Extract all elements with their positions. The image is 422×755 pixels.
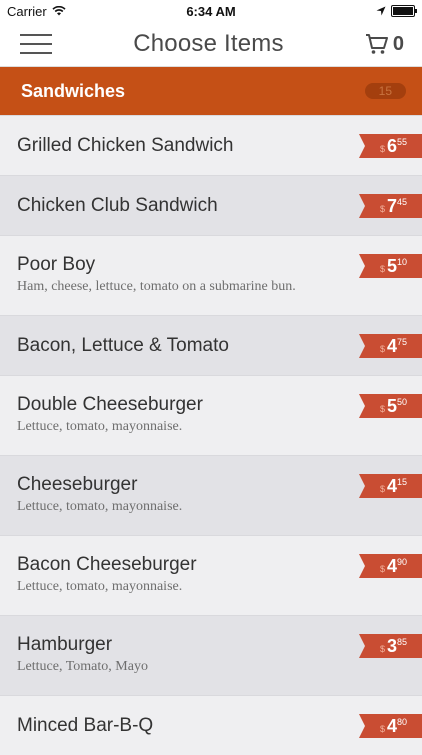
price-cents: 15 [397,477,408,487]
price-tag: $4 15 [359,474,422,498]
price-currency: $ [379,724,385,734]
status-left: Carrier [7,4,66,19]
price-whole: 4 [386,475,397,496]
item-name: Grilled Chicken Sandwich [17,135,234,156]
price-cents: 90 [397,557,408,567]
list-item[interactable]: Minced Bar-B-Q $4 80 [0,695,422,755]
price-cents: 85 [397,637,408,647]
carrier-label: Carrier [7,3,47,19]
nav-bar: Choose Items 0 [0,22,422,67]
item-description: Ham, cheese, lettuce, tomato on a submar… [17,279,296,294]
item-name: Bacon Cheeseburger [17,554,197,575]
price-currency: $ [379,264,385,274]
item-name: Bacon, Lettuce & Tomato [17,335,229,356]
price-whole: 3 [386,635,397,656]
price-cents: 45 [397,197,408,207]
price-currency: $ [379,404,385,414]
price-tag: $5 10 [359,254,422,278]
price-tag: $4 75 [359,334,422,358]
list-item[interactable]: Poor Boy Ham, cheese, lettuce, tomato on … [0,235,422,315]
item-name: Chicken Club Sandwich [17,195,218,216]
item-description: Lettuce, tomato, mayonnaise. [17,419,183,434]
item-description: Lettuce, tomato, mayonnaise. [17,579,183,594]
section-count-badge: 15 [364,83,406,99]
list-item[interactable]: Double Cheeseburger Lettuce, tomato, mayo… [0,375,422,455]
price-currency: $ [379,204,385,214]
price-tag: $4 90 [359,554,422,578]
price-currency: $ [379,484,385,494]
price-tag: $5 50 [359,394,422,418]
list-item[interactable]: Hamburger Lettuce, Tomato, Mayo $3 85 [0,615,422,695]
list-item[interactable]: Bacon Cheeseburger Lettuce, tomato, mayon… [0,535,422,615]
price-tag: $6 55 [359,134,422,158]
cart-button[interactable]: 0 [365,33,404,56]
item-name: Cheeseburger [17,474,138,495]
price-whole: 7 [386,195,397,216]
item-description: Lettuce, Tomato, Mayo [17,659,148,674]
item-name: Hamburger [17,634,113,655]
cart-count: 0 [392,32,404,55]
price-currency: $ [379,344,385,354]
item-list: Grilled Chicken Sandwich $6 55 Chicken Club… [0,115,422,755]
section-header-sandwiches: Sandwiches 15 [0,67,422,115]
price-cents: 50 [397,397,408,407]
item-name: Poor Boy [17,254,96,275]
cart-icon [365,34,388,54]
price-cents: 75 [397,337,408,347]
price-currency: $ [379,564,385,574]
item-description: Lettuce, tomato, mayonnaise. [17,499,183,514]
list-item[interactable]: Cheeseburger Lettuce, tomato, mayonnaise.… [0,455,422,535]
item-name: Minced Bar-B-Q [17,715,154,736]
status-bar: Carrier 6:34 AM [0,0,422,22]
price-whole: 6 [386,135,397,156]
price-tag: $3 85 [359,634,422,658]
list-item[interactable]: Bacon, Lettuce & Tomato $4 75 [0,315,422,375]
status-right [376,5,417,17]
menu-icon[interactable] [20,34,52,54]
price-tag: $7 45 [359,194,422,218]
list-item[interactable]: Chicken Club Sandwich $7 45 [0,175,422,235]
price-cents: 80 [397,717,408,727]
list-item[interactable]: Grilled Chicken Sandwich $6 55 [0,115,422,175]
price-whole: 4 [386,555,397,576]
price-currency: $ [379,144,385,154]
location-arrow-icon [376,6,386,16]
page-title: Choose Items [133,30,284,57]
price-tag: $4 80 [359,714,422,738]
price-whole: 4 [386,335,397,356]
price-cents: 10 [397,257,408,267]
item-name: Double Cheeseburger [17,394,203,415]
price-whole: 5 [386,255,397,276]
battery-icon [391,5,417,17]
price-whole: 4 [386,715,397,736]
wifi-icon [52,6,66,16]
section-label: Sandwiches [21,80,126,101]
price-currency: $ [379,644,385,654]
price-cents: 55 [397,137,408,147]
price-whole: 5 [386,395,397,416]
